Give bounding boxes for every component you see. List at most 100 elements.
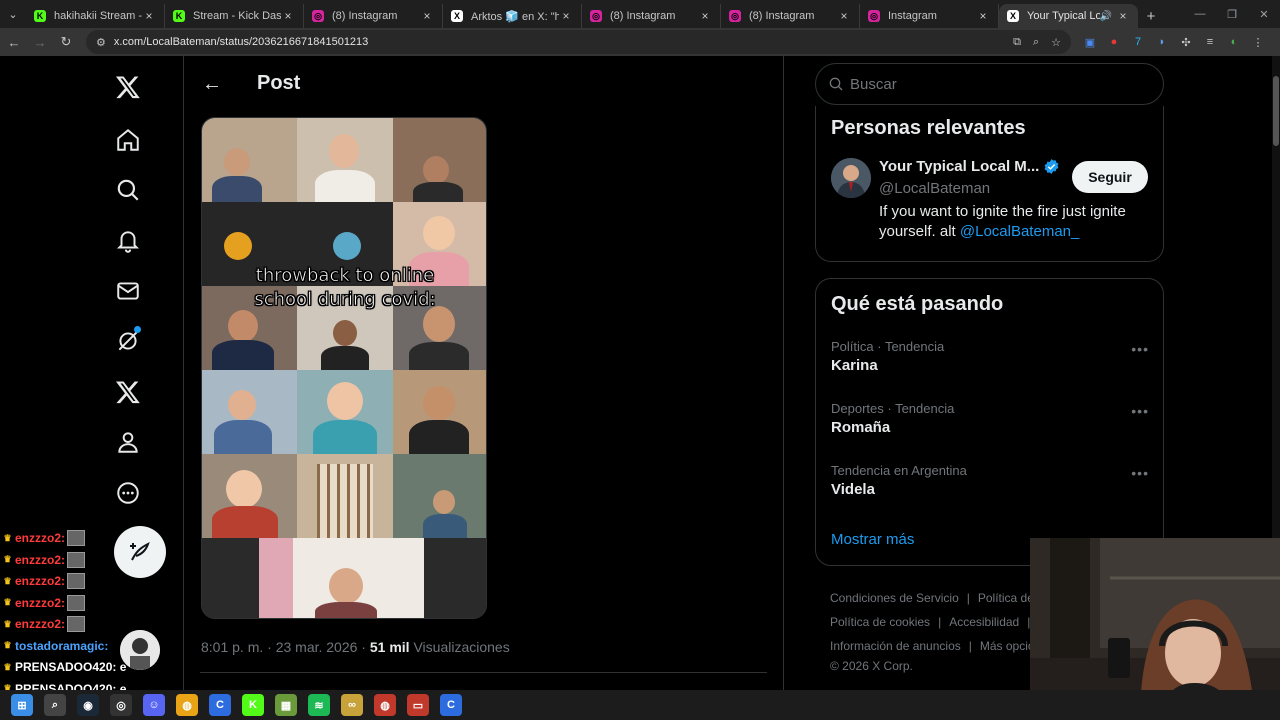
video-cell: [297, 370, 393, 454]
address-bar[interactable]: ⚙ x.com/LocalBateman/status/203621667184…: [86, 30, 1071, 54]
cursor-app-icon[interactable]: C: [209, 694, 231, 716]
browser-tab[interactable]: K Stream - Kick Dashboard×: [165, 4, 304, 28]
trend-item[interactable]: Tendencia en Argentina Videla •••: [831, 463, 1149, 498]
tab-close-icon[interactable]: ×: [420, 9, 434, 23]
stream-app-icon[interactable]: ▭: [407, 694, 429, 716]
bookmark-star-icon[interactable]: ☆: [1051, 36, 1061, 49]
search-taskbar-icon[interactable]: ⌕: [44, 694, 66, 716]
browser-tab[interactable]: ◎ Instagram ×: [860, 4, 999, 28]
follow-button[interactable]: Seguir: [1072, 161, 1148, 193]
notifications-bell-icon[interactable]: [112, 225, 144, 257]
post-timestamp[interactable]: 8:01 p. m. · 23 mar. 2026 ·: [201, 639, 370, 655]
footer-more-link[interactable]: Más opcio: [980, 639, 1035, 653]
chat-emote-icon: [67, 551, 86, 568]
tab-search-icon[interactable]: ⌄: [0, 0, 26, 28]
chrome-alt-icon[interactable]: ◍: [374, 694, 396, 716]
tab-audio-icon[interactable]: 🔊: [1100, 11, 1112, 22]
profile-avatar-icon[interactable]: ◐: [1227, 35, 1241, 49]
x-logo-icon[interactable]: [112, 71, 144, 103]
restore-icon[interactable]: ❐: [1216, 0, 1248, 28]
chrome-icon[interactable]: ◍: [176, 694, 198, 716]
footer-accessibility-link[interactable]: Accesibilidad: [949, 615, 1019, 629]
windows-start-icon[interactable]: ⊞: [11, 694, 33, 716]
trend-more-icon[interactable]: •••: [1131, 403, 1149, 419]
show-more-link[interactable]: Mostrar más: [831, 531, 914, 548]
footer-terms-link[interactable]: Condiciones de Servicio: [830, 591, 959, 605]
trend-item[interactable]: Política · Tendencia Karina •••: [831, 339, 1149, 374]
kick-app-icon[interactable]: K: [242, 694, 264, 716]
relevant-people-title: Personas relevantes: [831, 117, 1026, 139]
trend-more-icon[interactable]: •••: [1131, 465, 1149, 481]
post-video[interactable]: throwback to online school during covid:: [201, 117, 487, 619]
bio-mention-link[interactable]: @LocalBateman_: [960, 223, 1079, 240]
site-info-icon[interactable]: ⚙: [96, 36, 106, 49]
footer-privacy-link[interactable]: Política de: [978, 591, 1034, 605]
browser-tab[interactable]: ◎ (8) Instagram ×: [304, 4, 443, 28]
messages-envelope-icon[interactable]: [112, 275, 144, 307]
zoom-icon[interactable]: ⌕: [1033, 36, 1039, 49]
extension-seven-icon[interactable]: 7: [1131, 35, 1145, 49]
tab-close-icon[interactable]: ×: [976, 9, 990, 23]
premium-x-icon[interactable]: [112, 376, 144, 408]
home-icon[interactable]: [112, 124, 144, 156]
chat-username[interactable]: enzzzo2:: [15, 617, 65, 631]
footer-ads-link[interactable]: Información de anuncios: [830, 639, 961, 653]
extensions-puzzle-icon[interactable]: ✣: [1179, 35, 1193, 49]
new-tab-button[interactable]: +: [1138, 4, 1164, 28]
footer-cookies-link[interactable]: Política de cookies: [830, 615, 930, 629]
chat-username[interactable]: enzzzo2:: [15, 531, 65, 545]
install-app-icon[interactable]: ⧉: [1013, 36, 1021, 49]
browser-tab[interactable]: X Arktos 🧊 en X: "https://t×: [443, 4, 582, 28]
tab-close-icon[interactable]: ×: [281, 9, 295, 23]
chat-username[interactable]: enzzzo2:: [15, 553, 65, 567]
back-arrow-icon[interactable]: ←: [200, 70, 224, 98]
obs-icon[interactable]: ◎: [110, 694, 132, 716]
tab-close-icon[interactable]: ×: [837, 9, 851, 23]
forward-nav-icon[interactable]: →: [28, 30, 52, 54]
back-nav-icon[interactable]: ←: [2, 30, 26, 54]
tab-label: (8) Instagram: [610, 10, 676, 22]
scrollbar-thumb[interactable]: [1273, 76, 1279, 146]
tab-close-icon[interactable]: ×: [559, 9, 573, 23]
grok-icon[interactable]: [112, 325, 144, 357]
close-window-icon[interactable]: ✕: [1248, 0, 1280, 28]
tab-close-icon[interactable]: ×: [698, 9, 712, 23]
minecraft-icon[interactable]: ▦: [275, 694, 297, 716]
tab-close-icon[interactable]: ×: [1116, 9, 1130, 23]
browser-tab[interactable]: ◎ (8) Instagram ×: [721, 4, 860, 28]
minimize-icon[interactable]: —: [1184, 0, 1216, 28]
reload-icon[interactable]: ↻: [54, 30, 78, 54]
tab-groups-icon[interactable]: ≡: [1203, 35, 1217, 49]
user-display-name[interactable]: Your Typical Local M...: [879, 158, 1060, 175]
steam-icon[interactable]: ◉: [77, 694, 99, 716]
extension-sound-icon[interactable]: ◗: [1155, 35, 1169, 49]
trending-title: Qué está pasando: [831, 293, 1004, 315]
search-input[interactable]: Buscar: [815, 63, 1164, 105]
chat-message: ♛ enzzzo2:: [2, 551, 86, 569]
explore-search-icon[interactable]: [112, 174, 144, 206]
profile-person-icon[interactable]: [112, 426, 144, 458]
more-options-icon[interactable]: [112, 477, 144, 509]
chat-username[interactable]: tostadoramagic:: [15, 639, 108, 653]
chat-username[interactable]: PRENSADOO420: e: [15, 660, 126, 674]
user-avatar[interactable]: [831, 158, 871, 198]
url-text: x.com/LocalBateman/status/20362166718415…: [113, 36, 369, 48]
spotify-icon[interactable]: ≋: [308, 694, 330, 716]
chat-username[interactable]: enzzzo2:: [15, 596, 65, 610]
browser-menu-icon[interactable]: ⋮: [1251, 35, 1265, 49]
search-icon: [829, 77, 843, 91]
trend-item[interactable]: Deportes · Tendencia Romaña •••: [831, 401, 1149, 436]
chat-username[interactable]: enzzzo2:: [15, 574, 65, 588]
extension-red-icon[interactable]: ●: [1107, 35, 1121, 49]
browser-tab[interactable]: ◎ (8) Instagram ×: [582, 4, 721, 28]
tab-close-icon[interactable]: ×: [142, 9, 156, 23]
browser-tab[interactable]: X Your Typical Local Ma🔊 ×: [999, 4, 1138, 28]
extension-translate-icon[interactable]: ▣: [1083, 35, 1097, 49]
cursor-app-icon-2[interactable]: C: [440, 694, 462, 716]
chat-badge-icon: ♛: [3, 661, 12, 672]
discord-icon[interactable]: ☺: [143, 694, 165, 716]
app-glasses-icon[interactable]: ∞: [341, 694, 363, 716]
user-handle[interactable]: @LocalBateman: [879, 180, 990, 197]
browser-tab[interactable]: Khakihakii Stream - Watch×: [26, 4, 165, 28]
trend-more-icon[interactable]: •••: [1131, 341, 1149, 357]
